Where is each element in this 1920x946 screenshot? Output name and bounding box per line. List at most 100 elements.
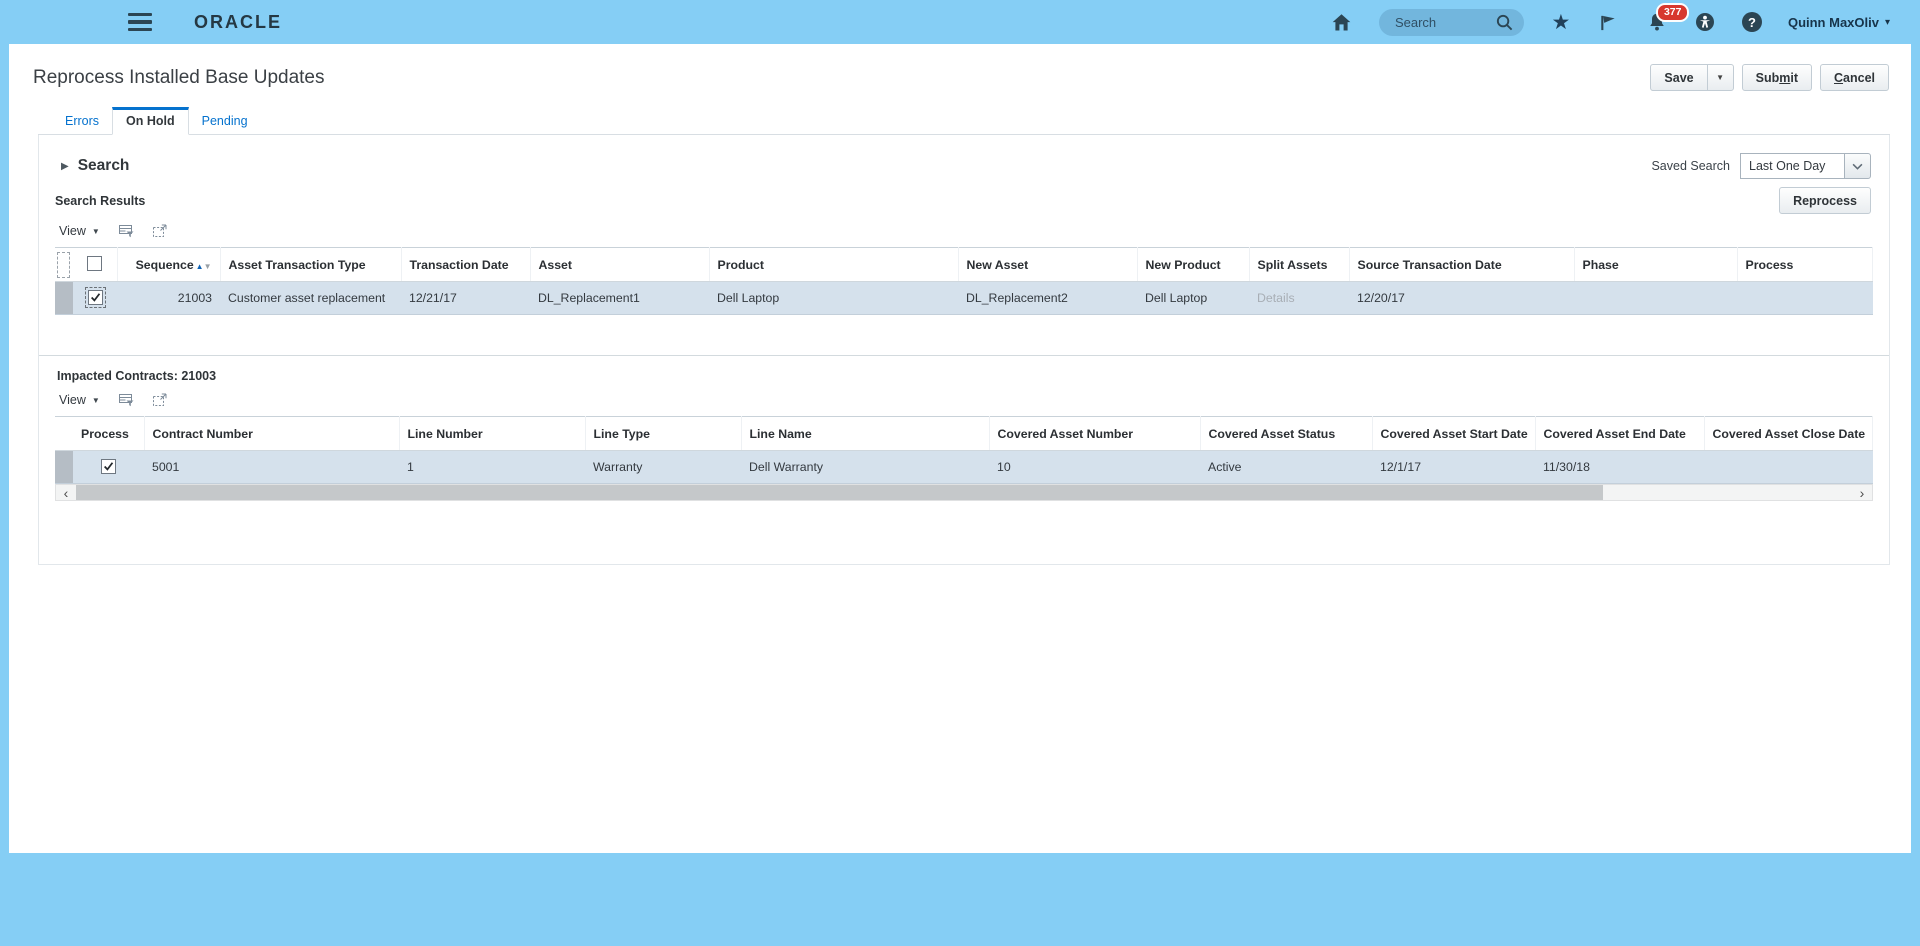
column-header-new-asset[interactable]: New Asset <box>958 247 1138 282</box>
row-checkbox-cell <box>73 450 144 484</box>
column-header-covered-asset-end-date[interactable]: Covered Asset End Date <box>1535 416 1705 451</box>
cell-sequence: 21003 <box>117 281 220 315</box>
user-name: Quinn MaxOliv <box>1787 14 1879 30</box>
scrollbar-thumb[interactable] <box>76 485 1604 500</box>
contracts-row-5001[interactable]: 5001 1 Warranty Dell Warranty 10 Active … <box>55 450 1873 484</box>
column-header-split-assets[interactable]: Split Assets <box>1249 247 1350 282</box>
chevron-down-icon: ▼ <box>91 226 100 236</box>
column-header-covered-asset-status[interactable]: Covered Asset Status <box>1200 416 1373 451</box>
column-header-line-number[interactable]: Line Number <box>399 416 586 451</box>
view-menu[interactable]: View ▼ <box>59 224 100 238</box>
tab-bar: Errors On Hold Pending <box>38 107 1890 135</box>
column-header-covered-asset-close-date[interactable]: Covered Asset Close Date <box>1704 416 1873 451</box>
search-results-title: Search Results <box>55 193 146 208</box>
save-button[interactable]: Save <box>1650 64 1708 91</box>
column-header-contract-number[interactable]: Contract Number <box>144 416 400 451</box>
row-selector-stub[interactable] <box>55 450 73 484</box>
column-header-process[interactable]: Process <box>73 416 145 451</box>
chevron-down-icon[interactable] <box>1844 153 1871 179</box>
cell-phase <box>1574 281 1737 315</box>
column-header-source-transaction-date[interactable]: Source Transaction Date <box>1349 247 1575 282</box>
search-section-toggle[interactable]: ▶ Search <box>61 157 129 175</box>
submit-button[interactable]: Submit <box>1741 64 1812 91</box>
disclosure-triangle-icon: ▶ <box>61 160 69 172</box>
view-menu[interactable]: View ▼ <box>59 393 100 407</box>
cell-transaction-date: 12/21/17 <box>401 281 530 315</box>
sort-descending-icon[interactable]: ▼ <box>204 262 212 271</box>
search-icon[interactable] <box>1494 11 1516 33</box>
column-header-asset-transaction-type[interactable]: Asset Transaction Type <box>220 247 402 282</box>
results-row-21003[interactable]: 21003 Customer asset replacement 12/21/1… <box>55 281 1873 315</box>
global-search-input[interactable] <box>1392 13 1494 31</box>
cell-covered-asset-number: 10 <box>989 450 1200 484</box>
row-header-stub <box>55 416 73 451</box>
scroll-left-icon[interactable]: ‹ <box>56 485 76 500</box>
results-toolbar: View ▼ <box>55 214 1873 247</box>
tab-on-hold[interactable]: On Hold <box>112 107 189 135</box>
query-by-example-icon[interactable] <box>118 223 134 239</box>
row-checkbox-cell <box>73 281 117 315</box>
saved-search-value: Last One Day <box>1740 153 1844 179</box>
tab-errors[interactable]: Errors <box>52 108 112 134</box>
cell-covered-asset-start-date: 12/1/17 <box>1372 450 1535 484</box>
notifications-bell-icon[interactable]: 377 <box>1646 3 1690 33</box>
column-header-new-product[interactable]: New Product <box>1137 247 1250 282</box>
tab-pending[interactable]: Pending <box>189 108 261 134</box>
global-search <box>1378 8 1524 36</box>
sort-ascending-icon[interactable]: ▲ <box>196 262 204 271</box>
saved-search-select[interactable]: Last One Day <box>1740 153 1871 179</box>
chevron-down-icon: ▾ <box>1884 16 1890 28</box>
row-checkbox[interactable] <box>101 459 116 474</box>
home-icon[interactable] <box>1331 11 1353 33</box>
row-header-stub <box>55 247 73 282</box>
save-dropdown-button[interactable]: ▼ <box>1706 64 1734 91</box>
cell-line-type: Warranty <box>585 450 741 484</box>
cell-covered-asset-close-date <box>1704 450 1873 484</box>
cell-line-number: 1 <box>399 450 585 484</box>
row-selector-stub[interactable] <box>55 281 73 315</box>
chevron-down-icon: ▼ <box>1716 73 1725 82</box>
navigator-menu-icon[interactable] <box>128 12 152 32</box>
contracts-table: Process Contract Number Line Number Line… <box>55 416 1873 484</box>
column-header-asset[interactable]: Asset <box>530 247 710 282</box>
impacted-contracts-title: Impacted Contracts: 21003 <box>57 369 217 383</box>
content-panel: Reprocess Installed Base Updates Save ▼ … <box>9 44 1911 853</box>
reprocess-button[interactable]: Reprocess <box>1779 187 1871 214</box>
column-header-covered-asset-start-date[interactable]: Covered Asset Start Date <box>1372 416 1536 451</box>
cell-new-asset: DL_Replacement2 <box>958 281 1137 315</box>
results-table: Sequence ▲▼ Asset Transaction Type Transa… <box>55 247 1873 315</box>
global-header: ORACLE ★ 377 ? Quinn MaxOliv ▾ <box>0 0 1920 44</box>
cell-product: Dell Laptop <box>709 281 958 315</box>
column-header-product[interactable]: Product <box>709 247 959 282</box>
column-header-process[interactable]: Process <box>1737 247 1873 282</box>
cell-covered-asset-status: Active <box>1200 450 1372 484</box>
detach-icon[interactable] <box>152 223 168 239</box>
select-all-checkbox[interactable] <box>87 255 103 271</box>
cell-asset: DL_Replacement1 <box>530 281 709 315</box>
help-icon[interactable]: ? <box>1741 12 1762 32</box>
query-by-example-icon[interactable] <box>118 392 134 408</box>
oracle-logo: ORACLE <box>194 11 282 32</box>
detach-icon[interactable] <box>152 392 168 408</box>
cancel-button[interactable]: Cancel <box>1820 64 1889 91</box>
search-section-title: Search <box>77 157 130 174</box>
row-checkbox[interactable] <box>84 287 106 308</box>
scrollbar-track[interactable] <box>76 485 1852 500</box>
cell-line-name: Dell Warranty <box>741 450 989 484</box>
column-header-phase[interactable]: Phase <box>1574 247 1738 282</box>
user-menu[interactable]: Quinn MaxOliv ▾ <box>1788 15 1890 30</box>
column-header-transaction-date[interactable]: Transaction Date <box>401 247 531 282</box>
column-header-line-type[interactable]: Line Type <box>585 416 742 451</box>
column-header-sequence[interactable]: Sequence ▲▼ <box>117 247 221 282</box>
favorites-star-icon[interactable]: ★ <box>1550 11 1572 33</box>
column-header-covered-asset-number[interactable]: Covered Asset Number <box>989 416 1201 451</box>
contracts-toolbar: View ▼ <box>55 383 1873 416</box>
horizontal-scrollbar: ‹ › <box>55 484 1873 501</box>
scroll-right-icon[interactable]: › <box>1852 485 1872 500</box>
accessibility-icon[interactable] <box>1694 11 1716 33</box>
column-header-line-name[interactable]: Line Name <box>741 416 990 451</box>
chevron-down-icon: ▼ <box>91 395 100 405</box>
cell-new-product: Dell Laptop <box>1137 281 1249 315</box>
watchlist-flag-icon[interactable] <box>1598 11 1620 33</box>
results-header-row: Sequence ▲▼ Asset Transaction Type Transa… <box>55 247 1873 282</box>
